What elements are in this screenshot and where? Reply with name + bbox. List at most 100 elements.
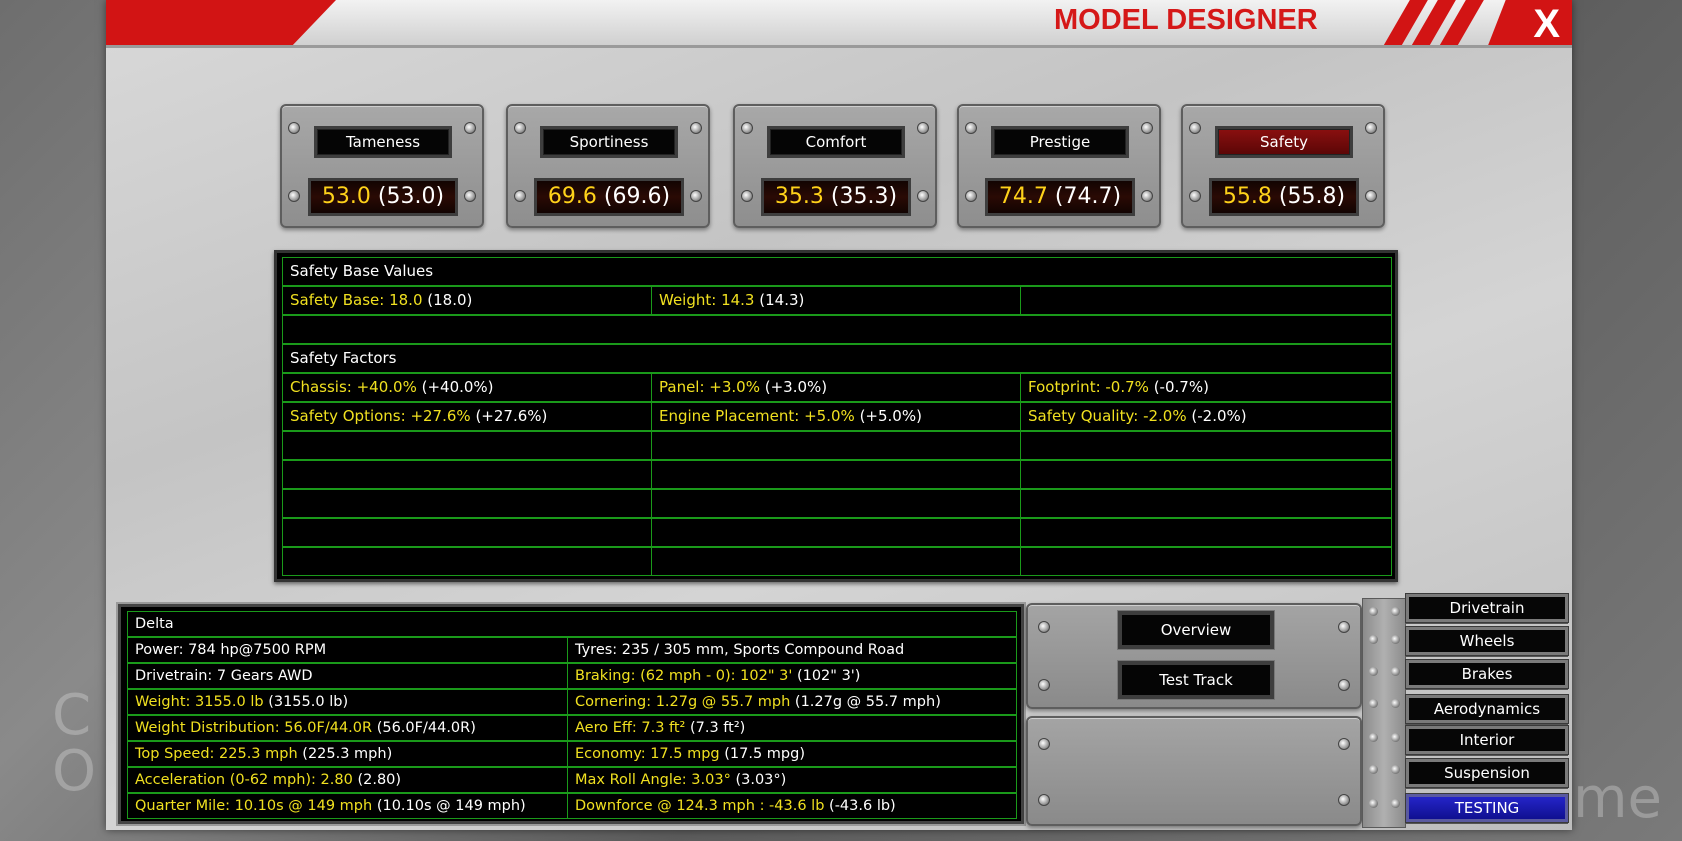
empty-cell <box>1021 519 1391 546</box>
empty-cell <box>1021 432 1391 459</box>
empty-cell <box>652 490 1021 517</box>
rivet-icon <box>1369 765 1378 774</box>
screw-icon <box>1038 679 1050 691</box>
screw-icon <box>1189 190 1201 202</box>
empty-cell <box>283 548 652 575</box>
nav-interior-button[interactable]: Interior <box>1406 726 1568 754</box>
screw-icon <box>965 190 977 202</box>
empty-cell <box>283 432 652 459</box>
table-row: Quarter Mile: 10.10s @ 149 mph (10.10s @… <box>127 793 1017 819</box>
nav-brakes-button[interactable]: Brakes <box>1406 660 1568 688</box>
engine-placement-factor-cell: Engine Placement: +5.0% (+5.0%) <box>652 403 1021 430</box>
rivet-icon <box>1369 733 1378 742</box>
table-row <box>282 431 1392 460</box>
window-title: MODEL DESIGNER <box>1054 4 1318 36</box>
rating-value-safety: 55.8 (55.8) <box>1209 178 1359 216</box>
rating-value-prestige: 74.7 (74.7) <box>985 178 1135 216</box>
rivet-icon <box>1391 635 1400 644</box>
empty-cell <box>1021 461 1391 488</box>
rivet-icon <box>1391 667 1400 676</box>
empty-plate <box>1026 716 1362 826</box>
screw-icon <box>741 122 753 134</box>
nav-rail <box>1362 598 1406 828</box>
max-roll-angle-cell: Max Roll Angle: 3.03° (3.03°) <box>575 772 787 788</box>
rating-plate-tameness: Tameness 53.0 (53.0) <box>280 104 484 228</box>
screw-icon <box>1365 122 1377 134</box>
screw-icon <box>1038 621 1050 633</box>
model-designer-window: MODEL DESIGNER X Tameness 53.0 (53.0) Sp… <box>106 0 1572 830</box>
table-row: Drivetrain: 7 Gears AWD Braking: (62 mph… <box>127 663 1017 689</box>
screw-icon <box>1141 122 1153 134</box>
screw-icon <box>690 190 702 202</box>
rating-tab-comfort[interactable]: Comfort <box>767 126 905 158</box>
screw-icon <box>1038 794 1050 806</box>
test-track-button[interactable]: Test Track <box>1118 661 1274 699</box>
screw-icon <box>1338 621 1350 633</box>
background-text-right: me <box>1572 766 1662 831</box>
screw-icon <box>464 122 476 134</box>
table-row: Safety Options: +27.6% (+27.6%) Engine P… <box>282 402 1392 431</box>
actions-plate: Overview Test Track <box>1026 603 1362 709</box>
rating-tab-sportiness[interactable]: Sportiness <box>540 126 678 158</box>
aero-eff-cell: Aero Eff: 7.3 ft² (7.3 ft²) <box>575 720 746 736</box>
rating-plate-sportiness: Sportiness 69.6 (69.6) <box>506 104 710 228</box>
rivet-icon <box>1391 799 1400 808</box>
rating-plate-safety: Safety 55.8 (55.8) <box>1181 104 1385 228</box>
rivet-icon <box>1391 765 1400 774</box>
background-text-left: C O <box>52 683 97 804</box>
rivet-icon <box>1369 799 1378 808</box>
screw-icon <box>514 190 526 202</box>
nav-testing-button[interactable]: TESTING <box>1406 794 1568 822</box>
empty-cell <box>1021 548 1391 575</box>
rating-tab-tameness[interactable]: Tameness <box>314 126 452 158</box>
title-bar: MODEL DESIGNER X <box>106 0 1572 48</box>
screw-icon <box>1365 190 1377 202</box>
rivet-icon <box>1369 607 1378 616</box>
screw-icon <box>917 190 929 202</box>
delta-stats-table: Delta Power: 784 hp@7500 RPM Tyres: 235 … <box>118 604 1024 824</box>
empty-cell <box>283 490 652 517</box>
cornering-cell: Cornering: 1.27g @ 55.7 mph (1.27g @ 55.… <box>575 694 941 710</box>
screw-icon <box>741 190 753 202</box>
table-row: Top Speed: 225.3 mph (225.3 mph) Economy… <box>127 741 1017 767</box>
empty-cell <box>652 461 1021 488</box>
rivet-icon <box>1391 607 1400 616</box>
overview-button[interactable]: Overview <box>1118 611 1274 649</box>
panel-factor-cell: Panel: +3.0% (+3.0%) <box>652 374 1021 401</box>
screw-icon <box>1338 679 1350 691</box>
table-row <box>282 315 1392 344</box>
rating-plate-comfort: Comfort 35.3 (35.3) <box>733 104 937 228</box>
screw-icon <box>1038 738 1050 750</box>
rivet-icon <box>1369 699 1378 708</box>
table-row: Safety Factors <box>282 344 1392 373</box>
weight-distribution-cell: Weight Distribution: 56.0F/44.0R (56.0F/… <box>128 716 568 740</box>
nav-drivetrain-button[interactable]: Drivetrain <box>1406 594 1568 622</box>
nav-wheels-button[interactable]: Wheels <box>1406 627 1568 655</box>
screw-icon <box>1141 190 1153 202</box>
table-row <box>282 547 1392 576</box>
rating-tab-safety[interactable]: Safety <box>1215 126 1353 158</box>
nav-suspension-button[interactable]: Suspension <box>1406 759 1568 787</box>
nav-aerodynamics-button[interactable]: Aerodynamics <box>1406 695 1568 723</box>
weight-cell: Weight: 14.3 (14.3) <box>652 287 1021 314</box>
screw-icon <box>514 122 526 134</box>
empty-cell <box>652 548 1021 575</box>
rating-tab-prestige[interactable]: Prestige <box>991 126 1129 158</box>
chassis-factor-cell: Chassis: +40.0% (+40.0%) <box>283 374 652 401</box>
table-row: Acceleration (0-62 mph): 2.80 (2.80) Max… <box>127 767 1017 793</box>
safety-breakdown-table: Safety Base Values Safety Base: 18.0 (18… <box>274 250 1398 582</box>
drivetrain-cell: Drivetrain: 7 Gears AWD <box>128 664 568 688</box>
table-row: Weight: 3155.0 lb (3155.0 lb) Cornering:… <box>127 689 1017 715</box>
close-button[interactable]: X <box>1533 2 1560 45</box>
table-row <box>282 518 1392 547</box>
screw-icon <box>1338 738 1350 750</box>
screw-icon <box>288 190 300 202</box>
top-speed-cell: Top Speed: 225.3 mph (225.3 mph) <box>128 742 568 766</box>
screw-icon <box>690 122 702 134</box>
title-decoration-left <box>106 0 336 45</box>
table-row <box>282 460 1392 489</box>
table-row: Power: 784 hp@7500 RPM Tyres: 235 / 305 … <box>127 637 1017 663</box>
empty-cell <box>1021 490 1391 517</box>
table-row: Chassis: +40.0% (+40.0%) Panel: +3.0% (+… <box>282 373 1392 402</box>
rivet-icon <box>1391 733 1400 742</box>
